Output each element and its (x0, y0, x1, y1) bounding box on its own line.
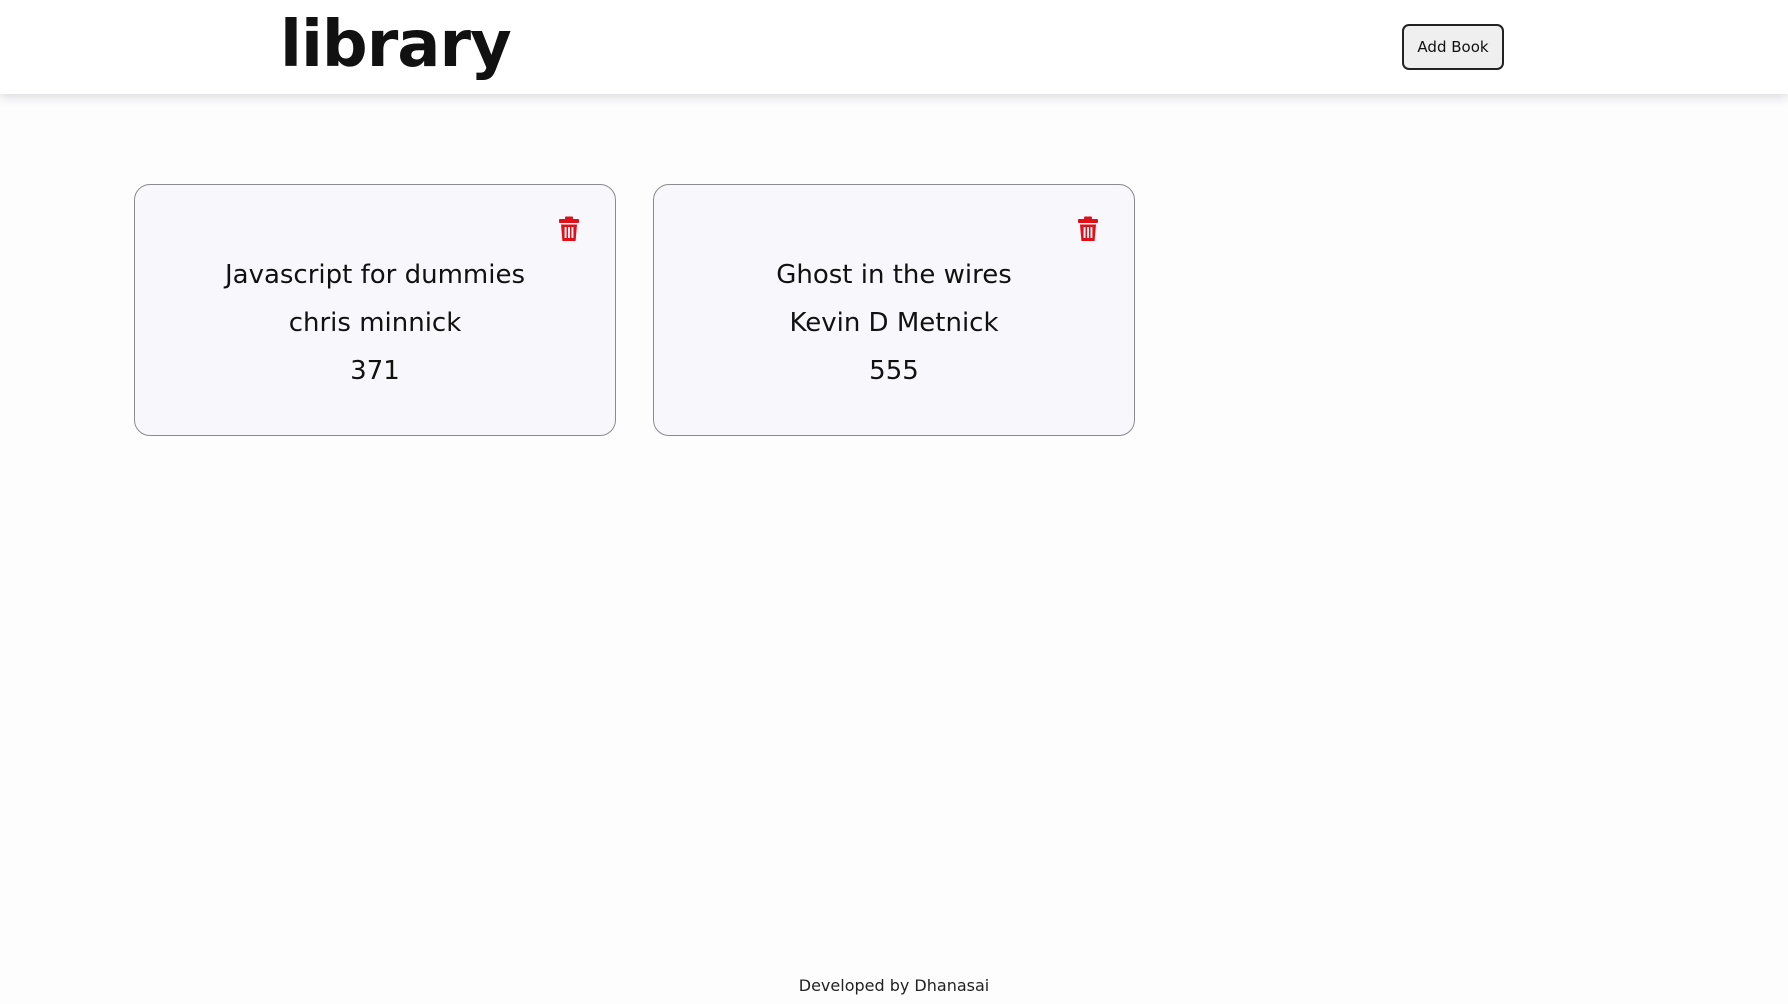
book-details: Ghost in the wires Kevin D Metnick 555 (654, 251, 1134, 395)
delete-book-button[interactable] (1076, 215, 1100, 245)
book-title: Ghost in the wires (776, 260, 1012, 290)
book-author: chris minnick (288, 308, 462, 338)
app-title: library (280, 8, 512, 82)
book-card: Ghost in the wires Kevin D Metnick 555 (653, 184, 1135, 436)
book-pages: 555 (869, 356, 919, 386)
delete-book-button[interactable] (557, 215, 581, 245)
book-pages: 371 (350, 356, 400, 386)
header: library Add Book (0, 0, 1788, 94)
book-author: Kevin D Metnick (789, 308, 999, 338)
add-book-button[interactable]: Add Book (1402, 24, 1504, 70)
book-card: Javascript for dummies chris minnick 371 (134, 184, 616, 436)
footer-credit: Developed by Dhanasai (798, 976, 990, 995)
book-details: Javascript for dummies chris minnick 371 (135, 251, 615, 395)
book-title: Javascript for dummies (224, 260, 526, 290)
trash-icon (1078, 216, 1098, 241)
trash-icon (559, 216, 579, 241)
